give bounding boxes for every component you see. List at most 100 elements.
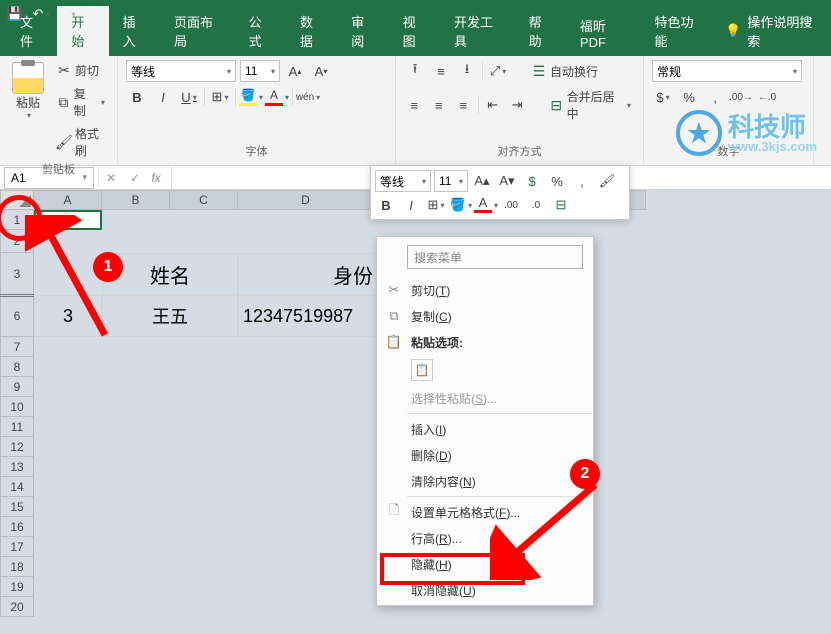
ctx-paste-btn[interactable]: 📋 — [379, 355, 591, 385]
row-header-9[interactable]: 9 — [0, 377, 34, 397]
mini-font-color[interactable]: A▾ — [475, 194, 497, 216]
row-header-19[interactable]: 19 — [0, 577, 34, 597]
tab-foxit[interactable]: 福昕PDF — [566, 10, 641, 56]
tab-file[interactable]: 文件 — [6, 6, 57, 56]
mini-inc-decimal[interactable]: .00 — [500, 194, 522, 216]
phonetic-button[interactable]: wén▾ — [297, 86, 319, 108]
tab-layout[interactable]: 页面布局 — [160, 6, 235, 56]
clipboard-icon: 📋 — [385, 333, 403, 351]
tab-view[interactable]: 视图 — [389, 6, 440, 56]
tab-review[interactable]: 审阅 — [337, 6, 388, 56]
tab-dev[interactable]: 开发工具 — [440, 6, 515, 56]
fx-button[interactable]: fx — [147, 167, 171, 189]
tab-special[interactable]: 特色功能 — [641, 6, 716, 56]
align-bottom-button[interactable]: ⭳ — [456, 60, 478, 82]
bold-button[interactable]: B — [126, 86, 148, 108]
row-header-18[interactable]: 18 — [0, 557, 34, 577]
row-header-13[interactable]: 13 — [0, 457, 34, 477]
row-header-20[interactable]: 20 — [0, 597, 34, 617]
mini-percent[interactable]: % — [546, 170, 568, 192]
ctx-paste-special[interactable]: 选择性粘贴(S)... — [379, 385, 591, 411]
decrease-decimal-button[interactable]: ←.0 — [756, 86, 778, 108]
mini-font-name[interactable]: 等线▾ — [375, 170, 431, 192]
mini-shrink-font[interactable]: A▾ — [496, 170, 518, 192]
increase-decimal-button[interactable]: .00→ — [730, 86, 752, 108]
mini-toolbar: 等线▾ 11▾ A▴ A▾ $ % , 🖌 B I ⊞▾ 🪣▾ A▾ .00 .… — [370, 165, 630, 220]
row-header-14[interactable]: 14 — [0, 477, 34, 497]
col-header-b[interactable]: B — [102, 190, 170, 210]
ctx-delete[interactable]: 删除(D) — [379, 442, 591, 468]
ctx-copy[interactable]: ⧉复制(C) — [379, 303, 591, 329]
mini-dec-decimal[interactable]: .0 — [525, 194, 547, 216]
decrease-indent-button[interactable]: ⇤ — [482, 94, 503, 116]
row-header-15[interactable]: 15 — [0, 497, 34, 517]
format-painter-button[interactable]: 🖌格式刷 — [52, 123, 109, 161]
copy-icon: ⧉ — [385, 307, 403, 325]
row-header-10[interactable]: 10 — [0, 397, 34, 417]
star-icon: ★ — [676, 110, 722, 156]
tab-data[interactable]: 数据 — [286, 6, 337, 56]
mini-italic[interactable]: I — [400, 194, 422, 216]
col-header-a[interactable]: A — [34, 190, 102, 210]
bucket-icon: 🪣 — [241, 88, 256, 102]
ctx-insert[interactable]: 插入(I) — [379, 416, 591, 442]
ctx-cut[interactable]: ✂剪切(T) — [379, 277, 591, 303]
tab-formula[interactable]: 公式 — [235, 6, 286, 56]
mini-comma[interactable]: , — [571, 170, 593, 192]
enter-formula-button[interactable]: ✓ — [123, 167, 147, 189]
copy-icon: ⧉ — [56, 94, 71, 110]
border-button[interactable]: ⊞▾ — [209, 86, 231, 108]
ctx-search-input[interactable]: 搜索菜单 — [407, 245, 583, 269]
mini-fill-color[interactable]: 🪣▾ — [450, 194, 472, 216]
tab-help[interactable]: 帮助 — [515, 6, 566, 56]
font-color-button[interactable]: A▾ — [266, 86, 288, 108]
mini-format-painter[interactable]: 🖌 — [596, 170, 618, 192]
comma-button[interactable]: , — [704, 86, 726, 108]
increase-indent-button[interactable]: ⇥ — [507, 94, 528, 116]
row-header-16[interactable]: 16 — [0, 517, 34, 537]
grow-font-button[interactable]: A▴ — [284, 60, 306, 82]
format-icon: 🗋 — [385, 503, 403, 521]
align-top-button[interactable]: ⭱ — [404, 60, 426, 82]
row-header-8[interactable]: 8 — [0, 357, 34, 377]
merge-center-button[interactable]: ⊟合并后居中▾ — [545, 86, 635, 124]
font-name-select[interactable]: 等线▾ — [126, 60, 236, 82]
col-header-d[interactable]: D — [238, 190, 374, 210]
cut-button[interactable]: ✂剪切 — [52, 60, 109, 81]
number-format-select[interactable]: 常规▾ — [652, 60, 802, 82]
mini-merge[interactable]: ⊟ — [550, 194, 572, 216]
mini-bold[interactable]: B — [375, 194, 397, 216]
orientation-button[interactable]: ⤢▾ — [487, 60, 509, 82]
ctx-paste-options: 📋粘贴选项: — [379, 329, 591, 355]
font-size-select[interactable]: 11▾ — [240, 60, 280, 82]
italic-button[interactable]: I — [152, 86, 174, 108]
annotation-badge-2: 2 — [570, 459, 600, 489]
mini-font-size[interactable]: 11▾ — [434, 170, 468, 192]
tab-insert[interactable]: 插入 — [109, 6, 160, 56]
align-middle-button[interactable]: ≡ — [430, 60, 452, 82]
mini-grow-font[interactable]: A▴ — [471, 170, 493, 192]
mini-accounting[interactable]: $ — [521, 170, 543, 192]
paste-button[interactable]: 粘贴 ▾ — [8, 60, 48, 122]
cell-d3[interactable]: 身份 — [238, 253, 378, 295]
col-header-c[interactable]: C — [170, 190, 238, 210]
watermark: ★ 科技师 www.3kjs.com — [676, 110, 817, 156]
align-right-button[interactable]: ≡ — [453, 94, 474, 116]
row-header-17[interactable]: 17 — [0, 537, 34, 557]
underline-button[interactable]: U▾ — [178, 86, 200, 108]
fill-color-button[interactable]: 🪣▾ — [240, 86, 262, 108]
mini-border[interactable]: ⊞▾ — [425, 194, 447, 216]
wrap-text-button[interactable]: ☰自动换行 — [527, 61, 602, 82]
paste-icon — [12, 62, 44, 94]
copy-button[interactable]: ⧉复制▾ — [52, 83, 109, 121]
cell-c6[interactable]: 12347519987 — [238, 295, 378, 337]
align-left-button[interactable]: ≡ — [404, 94, 425, 116]
row-header-12[interactable]: 12 — [0, 437, 34, 457]
redo-icon[interactable]: ↷▾ — [58, 5, 76, 23]
tell-me[interactable]: 💡操作说明搜索 — [715, 6, 825, 56]
shrink-font-button[interactable]: A▾ — [310, 60, 332, 82]
row-header-11[interactable]: 11 — [0, 417, 34, 437]
accounting-button[interactable]: $▾ — [652, 86, 674, 108]
percent-button[interactable]: % — [678, 86, 700, 108]
align-center-button[interactable]: ≡ — [429, 94, 450, 116]
